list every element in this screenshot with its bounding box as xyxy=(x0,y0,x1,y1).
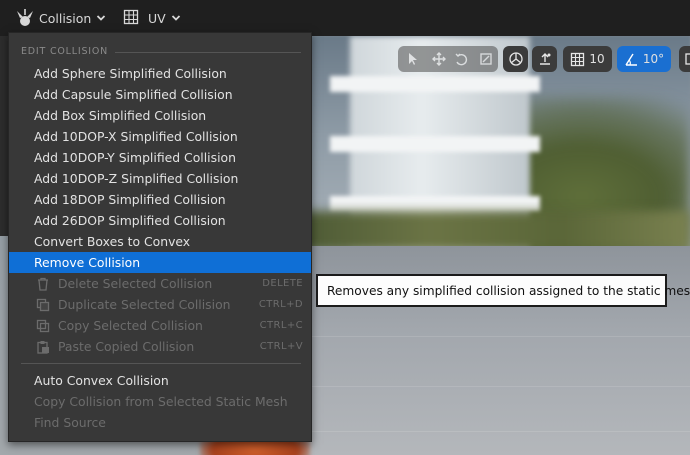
collision-menu-button[interactable]: Collision xyxy=(15,6,106,30)
globe-axes-icon xyxy=(508,52,523,66)
menu-item-duplicate-selected[interactable]: Duplicate Selected Collision CTRL+D xyxy=(9,294,311,315)
scale-snap-icon xyxy=(685,53,690,65)
grid-line xyxy=(300,386,690,387)
menu-header-divider xyxy=(115,52,301,53)
building-band xyxy=(330,196,540,212)
menu-divider xyxy=(21,363,301,364)
menu-item-add-box[interactable]: Add Box Simplified Collision xyxy=(9,105,311,126)
chevron-down-icon xyxy=(171,15,180,21)
building-band xyxy=(330,136,540,152)
remove-collision-tooltip: Removes any simplified collision assigne… xyxy=(316,274,690,307)
menu-item-paste-copied[interactable]: Paste Copied Collision CTRL+V xyxy=(9,336,311,357)
menu-item-copy-selected[interactable]: Copy Selected Collision CTRL+C xyxy=(9,315,311,336)
grid-snap-button[interactable]: 10 xyxy=(563,46,612,72)
transform-tools-group[interactable] xyxy=(398,46,498,72)
uv-menu-label: UV xyxy=(148,10,166,26)
angle-snap-button[interactable]: 10° xyxy=(617,46,671,72)
menu-item-copy-from-selected-mesh[interactable]: Copy Collision from Selected Static Mesh xyxy=(9,391,311,412)
select-icon xyxy=(409,53,417,65)
duplicate-icon xyxy=(36,298,50,312)
menu-item-delete-selected[interactable]: Delete Selected Collision DELETE xyxy=(9,273,311,294)
transform-icons xyxy=(409,52,492,66)
menu-item-add-capsule[interactable]: Add Capsule Simplified Collision xyxy=(9,84,311,105)
chevron-down-icon xyxy=(97,15,106,21)
menu-item-convert-boxes[interactable]: Convert Boxes to Convex xyxy=(9,231,311,252)
menu-item-add-10dop-z[interactable]: Add 10DOP-Z Simplified Collision xyxy=(9,168,311,189)
rotate-icon xyxy=(455,53,468,66)
grid-icon xyxy=(571,52,585,66)
shortcut-label: CTRL+V xyxy=(259,341,303,352)
copy-icon xyxy=(36,319,50,333)
grid-line xyxy=(300,431,690,432)
menu-section-header: EDIT COLLISION xyxy=(21,46,109,57)
surface-snap-button[interactable] xyxy=(532,46,557,72)
trash-icon xyxy=(38,277,48,291)
collision-icon xyxy=(17,9,33,26)
building-band xyxy=(330,76,540,92)
angle-snap-value: 10° xyxy=(642,52,665,66)
scale-snap-button[interactable] xyxy=(679,46,690,72)
shortcut-label: CTRL+C xyxy=(259,320,303,331)
paste-icon xyxy=(37,341,49,354)
menu-item-add-10dop-y[interactable]: Add 10DOP-Y Simplified Collision xyxy=(9,147,311,168)
grid-line xyxy=(300,336,690,337)
grid-snap-value: 10 xyxy=(589,52,605,66)
tooltip-text: Removes any simplified collision assigne… xyxy=(327,283,690,298)
collision-menu-label: Collision xyxy=(39,10,92,26)
menu-item-add-18dop[interactable]: Add 18DOP Simplified Collision xyxy=(9,189,311,210)
editor-toolbar: Collision UV xyxy=(0,0,690,36)
scale-icon xyxy=(480,53,492,65)
menu-item-add-10dop-x[interactable]: Add 10DOP-X Simplified Collision xyxy=(9,126,311,147)
move-icon xyxy=(432,52,446,66)
shortcut-label: DELETE xyxy=(262,278,303,289)
collision-dropdown-menu: EDIT COLLISION Add Sphere Simplified Col… xyxy=(8,32,312,442)
menu-item-add-sphere[interactable]: Add Sphere Simplified Collision xyxy=(9,63,311,84)
uv-grid-icon xyxy=(123,9,139,25)
uv-menu-button[interactable]: UV xyxy=(123,6,181,30)
shortcut-label: CTRL+D xyxy=(258,299,303,310)
viewport-treeline xyxy=(300,211,690,251)
menu-item-add-26dop[interactable]: Add 26DOP Simplified Collision xyxy=(9,210,311,231)
menu-item-find-source[interactable]: Find Source xyxy=(9,412,311,433)
angle-icon xyxy=(625,53,637,66)
menu-item-auto-convex[interactable]: Auto Convex Collision xyxy=(9,370,311,391)
world-local-toggle[interactable] xyxy=(503,46,528,72)
menu-item-remove-collision[interactable]: Remove Collision xyxy=(9,252,311,273)
surface-snap-icon xyxy=(539,53,550,65)
